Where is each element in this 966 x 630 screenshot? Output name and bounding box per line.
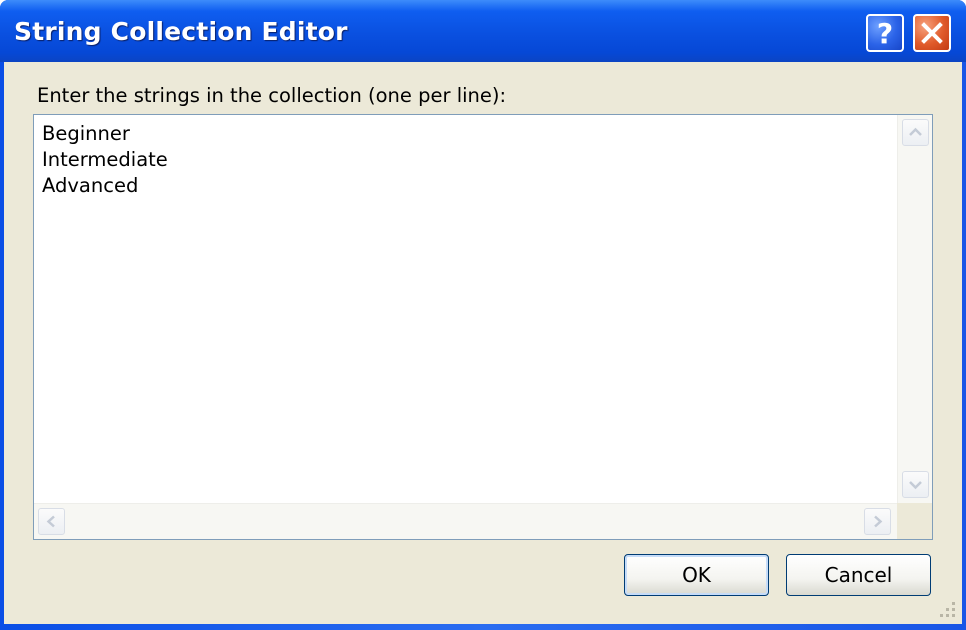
chevron-up-icon [909,127,922,136]
ok-button[interactable]: OK [624,554,769,596]
strings-textbox[interactable]: Beginner Intermediate Advanced [33,114,933,540]
strings-text-area[interactable]: Beginner Intermediate Advanced [34,115,897,503]
dialog-window: String Collection Editor ? Enter the str… [0,0,966,630]
chevron-down-icon [909,481,922,490]
scroll-left-button[interactable] [38,508,65,535]
string-line: Beginner [42,122,130,145]
prompt-label: Enter the strings in the collection (one… [37,84,507,107]
horizontal-scrollbar[interactable] [34,503,897,539]
close-button[interactable] [913,14,951,52]
help-button[interactable]: ? [866,14,904,52]
window-title: String Collection Editor [14,17,348,46]
title-bar[interactable]: String Collection Editor ? [0,0,966,62]
scrollbar-corner [897,503,932,539]
chevron-left-icon [46,515,55,528]
scroll-up-button[interactable] [902,119,929,146]
string-line: Advanced [42,174,139,197]
dialog-client-area: Enter the strings in the collection (one… [4,62,962,624]
scroll-down-button[interactable] [902,471,929,498]
resize-grip-icon[interactable] [934,600,958,620]
vertical-scrollbar[interactable] [897,115,932,503]
string-line: Intermediate [42,148,168,171]
scroll-right-button[interactable] [864,508,891,535]
close-icon [921,22,943,44]
chevron-right-icon [874,515,883,528]
cancel-button[interactable]: Cancel [786,554,931,596]
